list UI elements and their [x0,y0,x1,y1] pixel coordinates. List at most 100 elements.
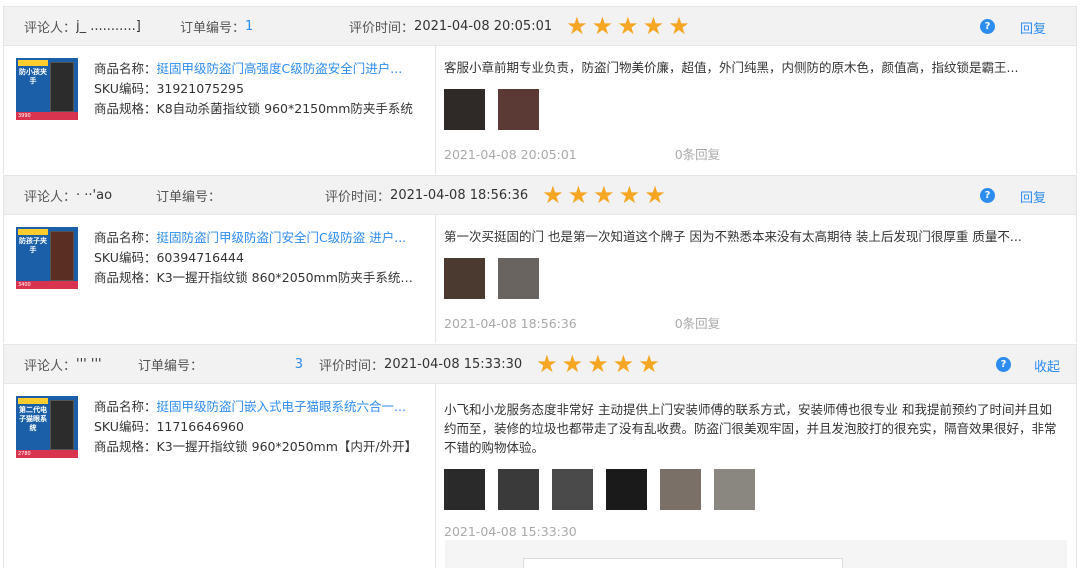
product-cell: 防小孩夹手 3990 商品名称：挺固甲级防盗门高强度C级防盗安全门进户... S… [4,46,436,174]
star-icon: ★ [668,12,690,40]
order-no-label: 订单编号： [156,189,222,205]
spec-value: K3一握开指纹锁 960*2050mm【内开/外开】 [156,439,418,454]
review-photos [444,89,1064,130]
reviewer-name: j_ ...........] [76,18,141,34]
review-photo[interactable] [444,469,485,510]
product-thumbnail[interactable]: 防小孩夹手 3990 [16,58,78,120]
review-photo[interactable] [714,469,755,510]
reviewer-label: 评论人： [24,189,77,205]
review-text: 小飞和小龙服务态度非常好 主动提供上门安装师傅的联系方式，安装师傅也很专业 和我… [444,402,1057,455]
review-content: 小飞和小龙服务态度非常好 主动提供上门安装师傅的联系方式，安装师傅也很专业 和我… [444,400,1064,539]
review-photo[interactable] [606,469,647,510]
star-icon: ★ [644,181,666,209]
review-time-value: 2021-04-08 15:33:30 [384,356,523,372]
review-photo[interactable] [498,469,539,510]
reply-count[interactable]: 0条回复 [675,147,720,162]
review-photo[interactable] [660,469,701,510]
product-cell: 第二代电子猫眼系统 2780 商品名称：挺固甲级防盗门嵌入式电子猫眼系统六合一.… [4,384,436,568]
order-no-label: 订单编号： [180,20,246,36]
order-no-value[interactable]: 3 [203,357,303,372]
review-photo[interactable] [444,89,485,130]
brand-bar [18,60,48,66]
thumb-price: 2780 [18,451,31,457]
review-text: 第一次买挺固的门 也是第一次知道这个牌子 因为不熟悉本来没有太高期待 装上后发现… [444,229,1022,244]
reply-input[interactable] [523,558,843,568]
product-name-link[interactable]: 挺固防盗门甲级防盗门安全门C级防盗 进户... [157,230,407,245]
review-meta: 2021-04-08 20:05:01 0条回复 [444,144,1064,163]
thumb-tag: 防小孩夹手 [19,68,47,85]
review-photo[interactable] [552,469,593,510]
review-date: 2021-04-08 18:56:36 [444,316,577,331]
product-info: 商品名称：挺固甲级防盗门嵌入式电子猫眼系统六合一... SKU编码：117166… [94,397,424,457]
reply-button[interactable]: 回复 [1020,18,1046,37]
question-circle-icon[interactable]: ? [980,188,995,203]
door-image [50,400,74,450]
sku-value: 11716646960 [156,419,244,434]
review-photos [444,469,1064,510]
reply-count[interactable]: 0条回复 [675,316,720,331]
rating-stars: ★ ★ ★ ★ ★ [536,352,664,376]
review-body: 第二代电子猫眼系统 2780 商品名称：挺固甲级防盗门嵌入式电子猫眼系统六合一.… [3,384,1077,568]
product-cell: 防孩子夹手 3400 商品名称：挺固防盗门甲级防盗门安全门C级防盗 进户... … [4,215,436,343]
masked-text [581,319,671,331]
order-no-value[interactable]: 1 [245,19,345,34]
review-body: 防孩子夹手 3400 商品名称：挺固防盗门甲级防盗门安全门C级防盗 进户... … [3,215,1077,343]
spec-label: 商品规格： [94,270,157,285]
review-time-label: 评价时间： [325,189,391,205]
star-icon: ★ [638,350,660,378]
review-meta: 2021-04-08 18:56:36 0条回复 [444,313,1064,332]
star-icon: ★ [591,12,614,40]
star-icon: ★ [587,350,609,378]
order-no-label: 订单编号： [138,358,204,374]
sku-label: SKU编码： [94,419,157,434]
star-icon: ★ [593,181,615,209]
spec-value: K3一握开指纹锁 860*2050mm防夹手系统【... [156,270,424,285]
product-name-label: 商品名称： [94,399,157,414]
review-photos [444,258,1064,299]
product-name-label: 商品名称： [94,61,157,76]
review-photo[interactable] [498,89,539,130]
product-thumbnail[interactable]: 第二代电子猫眼系统 2780 [16,396,78,458]
brand-bar [18,398,48,404]
thumb-tag: 防孩子夹手 [19,237,47,254]
collapse-button[interactable]: 收起 [1034,356,1060,375]
review-time-label: 评价时间： [319,358,385,374]
sku-value: 31921075295 [156,81,244,96]
review-time-label: 评价时间： [349,20,415,36]
review-header: 评论人： ''' ''' 订单编号： 3 评价时间： 2021-04-08 15… [3,344,1077,384]
product-name-label: 商品名称： [94,230,157,245]
thumb-price: 3990 [18,113,31,119]
review-content: 第一次买挺固的门 也是第一次知道这个牌子 因为不熟悉本来没有太高期待 装上后发现… [444,227,1064,332]
sku-value: 60394716444 [156,250,244,265]
product-name-link[interactable]: 挺固甲级防盗门嵌入式电子猫眼系统六合一... [157,399,406,414]
product-info: 商品名称：挺固甲级防盗门高强度C级防盗安全门进户... SKU编码：319210… [94,59,424,119]
spec-label: 商品规格： [94,439,157,454]
reviewer-name: ''' ''' [76,356,102,372]
review-text: 客服小章前期专业负责，防盗门物美价廉，超值，外门纯黑，内侧防的原木色，颜值高，指… [444,60,1019,75]
review-header: 评论人： · ··'ao 订单编号： 评价时间： 2021-04-08 18:5… [3,175,1077,215]
star-icon: ★ [618,181,641,209]
reviewer-label: 评论人： [24,20,77,36]
star-icon: ★ [642,12,665,40]
spec-value: K8自动杀菌指纹锁 960*2150mm防夹手系统 [156,101,413,116]
product-thumbnail[interactable]: 防孩子夹手 3400 [16,227,78,289]
question-circle-icon[interactable]: ? [980,19,995,34]
spec-label: 商品规格： [94,101,157,116]
star-icon: ★ [617,12,639,40]
rating-stars: ★ ★ ★ ★ ★ [566,14,694,38]
review-photo[interactable] [444,258,485,299]
star-icon: ★ [567,181,590,209]
thumb-price: 3400 [18,282,31,288]
reviewer-label: 评论人： [24,358,77,374]
reviewer-name: · ··'ao [76,187,113,203]
product-info: 商品名称：挺固防盗门甲级防盗门安全门C级防盗 进户... SKU编码：60394… [94,228,424,288]
review-photo[interactable] [498,258,539,299]
door-image [50,231,74,281]
product-name-link[interactable]: 挺固甲级防盗门高强度C级防盗安全门进户... [157,61,403,76]
question-circle-icon[interactable]: ? [996,357,1011,372]
review-header: 评论人： j_ ...........] 订单编号： 1 评价时间： 2021-… [3,6,1077,46]
reply-button[interactable]: 回复 [1020,187,1046,206]
review-meta: 2021-04-08 15:33:30 [444,524,1064,539]
sku-label: SKU编码： [94,81,157,96]
masked-text [581,150,671,162]
